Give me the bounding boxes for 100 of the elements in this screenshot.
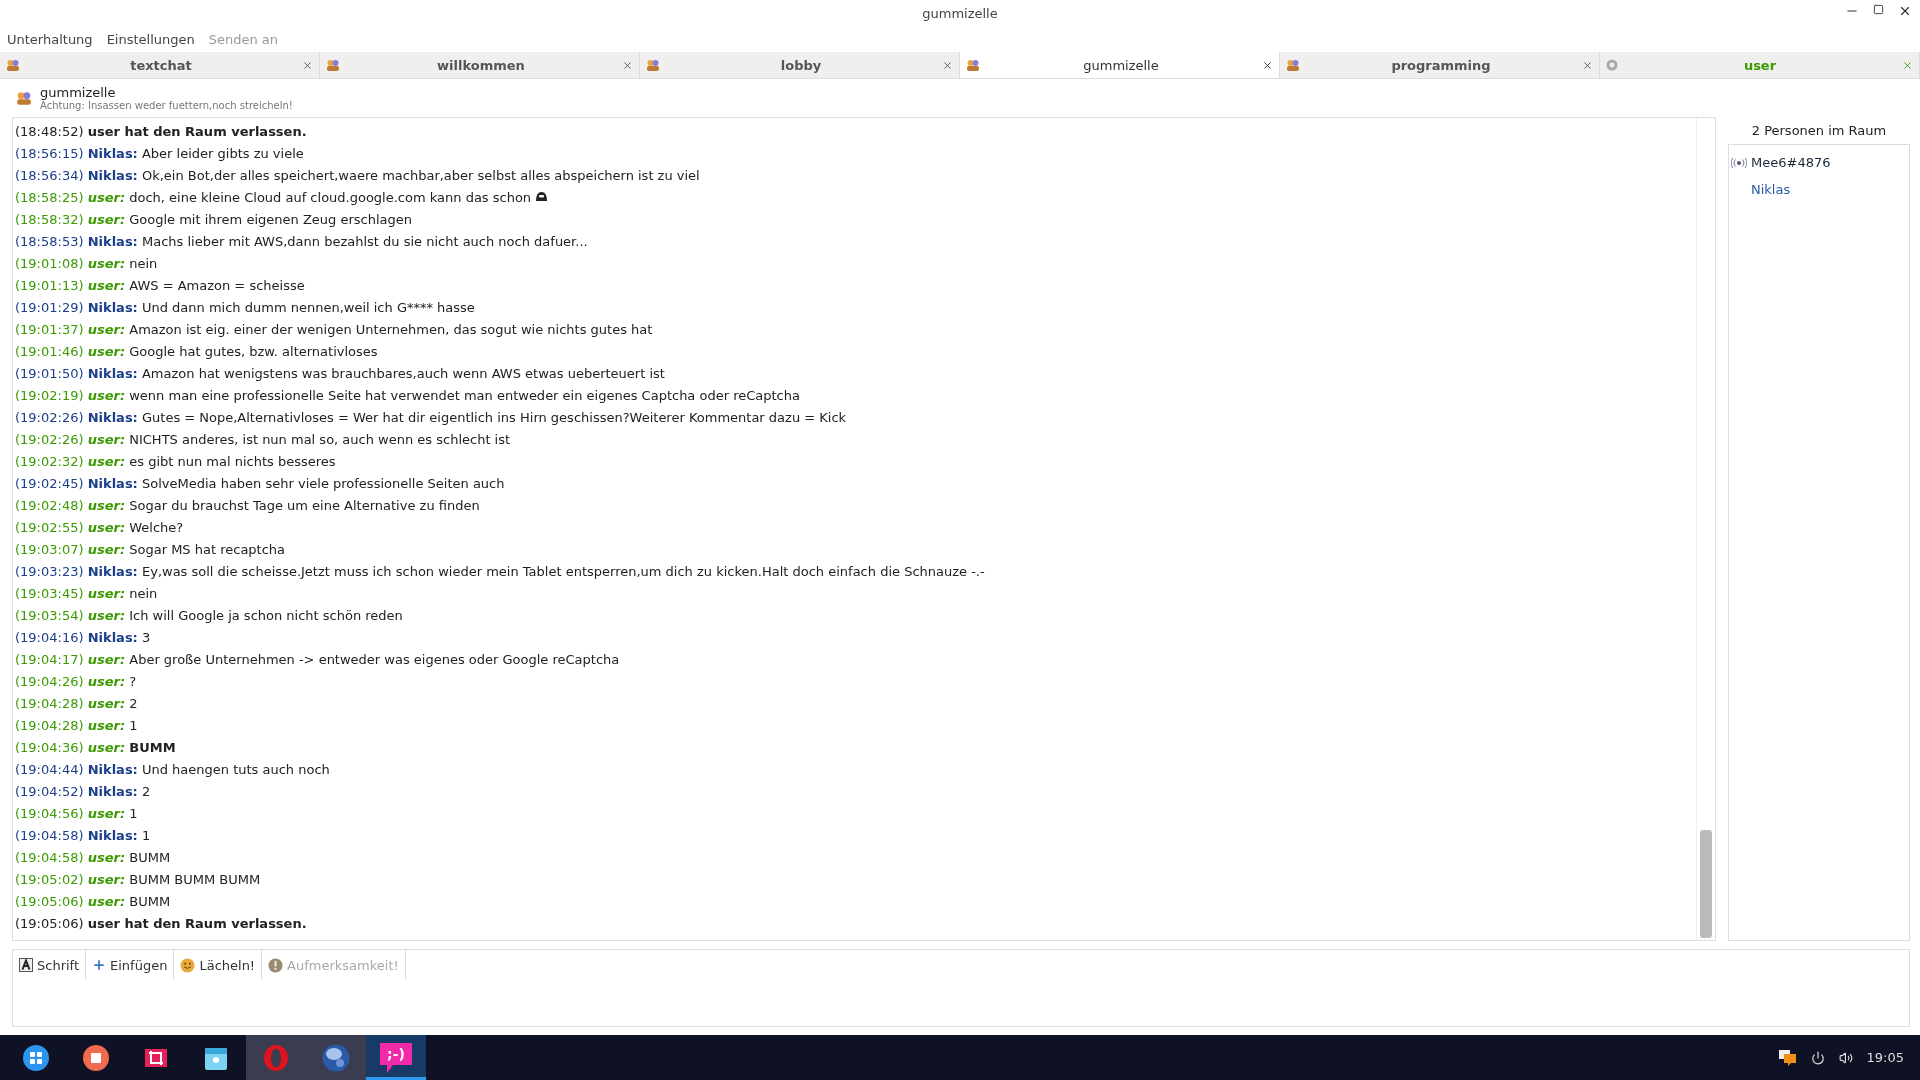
group-icon [966,59,980,71]
nickname: user: [87,344,126,359]
nickname: user: [87,872,126,887]
nickname: Niklas: [87,146,138,161]
timestamp: (19:03:23) [15,564,84,579]
attention-icon [268,957,284,973]
nickname: user: [87,498,126,513]
power-icon[interactable] [1810,1050,1825,1065]
screen-record-icon[interactable] [83,1044,109,1071]
group-icon [326,59,340,71]
window-title: gummizelle [922,5,998,21]
timestamp: (19:01:08) [15,256,84,271]
timestamp: (19:02:19) [15,388,84,403]
maximize-icon[interactable] [1873,4,1884,15]
toolbar-button[interactable]: Einfügen [86,950,175,980]
system-message: user hat den Raum verlassen. [87,124,307,139]
timestamp: (19:04:16) [15,630,84,645]
nickname: user: [87,696,126,711]
launcher-icon[interactable] [23,1044,49,1071]
group-icon [6,59,20,71]
nickname: user: [87,520,126,535]
timestamp: (19:04:28) [15,718,84,733]
nickname: user: [87,542,126,557]
message-text: Machs lieber mit AWS,dann bezahlst du sie nicht auch noch dafuer... [141,234,588,249]
nickname: Niklas: [87,366,138,381]
nickname: user: [87,586,126,601]
close-icon[interactable] [1898,4,1912,18]
nickname: user: [87,740,126,755]
nickname: user: [87,652,126,667]
timestamp: (19:04:44) [15,762,84,777]
chat-app-icon[interactable]: ;-) [379,1041,413,1074]
message-text: wenn man eine professionelle Seite hat verwendet man entweder ein eigenes Captcha oder reCaptcha [129,388,800,403]
volume-icon[interactable] [1838,1050,1853,1065]
message-text: BUMM [129,894,171,909]
timestamp: (19:05:02) [15,872,84,887]
nickname: Niklas: [87,410,138,425]
timestamp: (19:04:36) [15,740,84,755]
message-text: Ok,ein Bot,der alles speichert,waere machbar,aber selbst alles abspeichern ist zu viel [141,168,700,183]
room-topic: Achtung: Insassen weder fuettern,noch streicheln! [40,100,293,111]
close-icon[interactable] [1262,59,1273,71]
clock: 19:05 [1866,1050,1904,1065]
smiley-icon [180,957,196,973]
tab[interactable]: willkommen [320,52,640,78]
timestamp: (19:02:55) [15,520,84,535]
message-text: 1 [141,828,151,843]
message-text: 2 [141,784,151,799]
message-text: es gibt nun mal nichts besseres [129,454,336,469]
nickname: user: [87,256,126,271]
timestamp: (19:02:48) [15,498,84,513]
message-text: Und haengen tuts auch noch [141,762,330,777]
timestamp: (19:01:29) [15,300,84,315]
message-text: 3 [141,630,151,645]
message-text: SolveMedia haben sehr viele professionelle Seiten auch [141,476,505,491]
nickname: user: [87,454,126,469]
timestamp: (19:04:26) [15,674,84,689]
message-text: NICHTS anderes, ist nun mal so, auch wenn es schlecht ist [129,432,511,447]
timestamp: (19:05:06) [15,916,84,931]
timestamp: (19:02:26) [15,410,84,425]
timestamp: (18:58:25) [15,190,84,205]
message-text: Sogar du brauchst Tage um eine Alternative zu finden [129,498,480,513]
nickname: user: [87,806,126,821]
timestamp: (19:03:54) [15,608,84,623]
toolbar-button[interactable]: Schrift [13,950,87,980]
nickname: user: [87,674,126,689]
group-icon [16,91,32,105]
nickname: user: [87,432,126,447]
message-text: Welche? [129,520,184,535]
member-name[interactable]: Niklas [1751,182,1791,197]
member-name[interactable]: Mee6#4876 [1751,155,1831,170]
tab[interactable]: lobby [640,52,960,78]
chat-tray-icon[interactable] [1778,1049,1797,1066]
tab[interactable]: programming [1280,52,1600,78]
timestamp: (19:01:50) [15,366,84,381]
message-text: BUMM [129,850,171,865]
nickname: Niklas: [87,476,138,491]
message-text: BUMM [129,740,176,755]
message-text: 1 [129,718,138,733]
message-text: Amazon ist eig. einer der wenigen Unternehmen, das sogut wie nichts gutes hat [129,322,653,337]
timestamp: (19:04:52) [15,784,84,799]
timestamp: (18:48:52) [15,124,84,139]
toolbar-button[interactable]: Lächeln! [174,950,263,980]
system-message: user hat den Raum verlassen. [87,916,307,931]
nickname: Niklas: [87,168,138,183]
group-icon [646,59,660,71]
scrollbar-thumb[interactable] [1700,830,1712,938]
globe-icon[interactable] [322,1043,350,1072]
menu-item[interactable]: Einstellungen [106,31,195,47]
message-text: Ey,was soll die scheisse.Jetzt muss ich schon wieder mein Tablet entsperren,um dich zu kicken.Halt doch einfach die Schnauze -.- [141,564,985,579]
message-text: Gutes = Nope,Alternativloses = Wer hat dir eigentlich ins Hirn geschissen?Weiterer Kommentar dazu = Kick [141,410,847,425]
nickname: Niklas: [87,564,138,579]
message-text: Aber leider gibts zu viele [141,146,304,161]
timestamp: (18:56:15) [15,146,84,161]
timestamp: (19:03:07) [15,542,84,557]
timestamp: (18:58:32) [15,212,84,227]
tab[interactable]: textchat [0,52,320,78]
menu-item[interactable]: Unterhaltung [7,31,93,47]
message-text: Und dann mich dumm nennen,weil ich G**** hasse [141,300,475,315]
nickname: user: [87,212,126,227]
message-text: ? [129,674,137,689]
message-text: Google mit ihrem eigenen Zeug erschlagen [129,212,412,227]
